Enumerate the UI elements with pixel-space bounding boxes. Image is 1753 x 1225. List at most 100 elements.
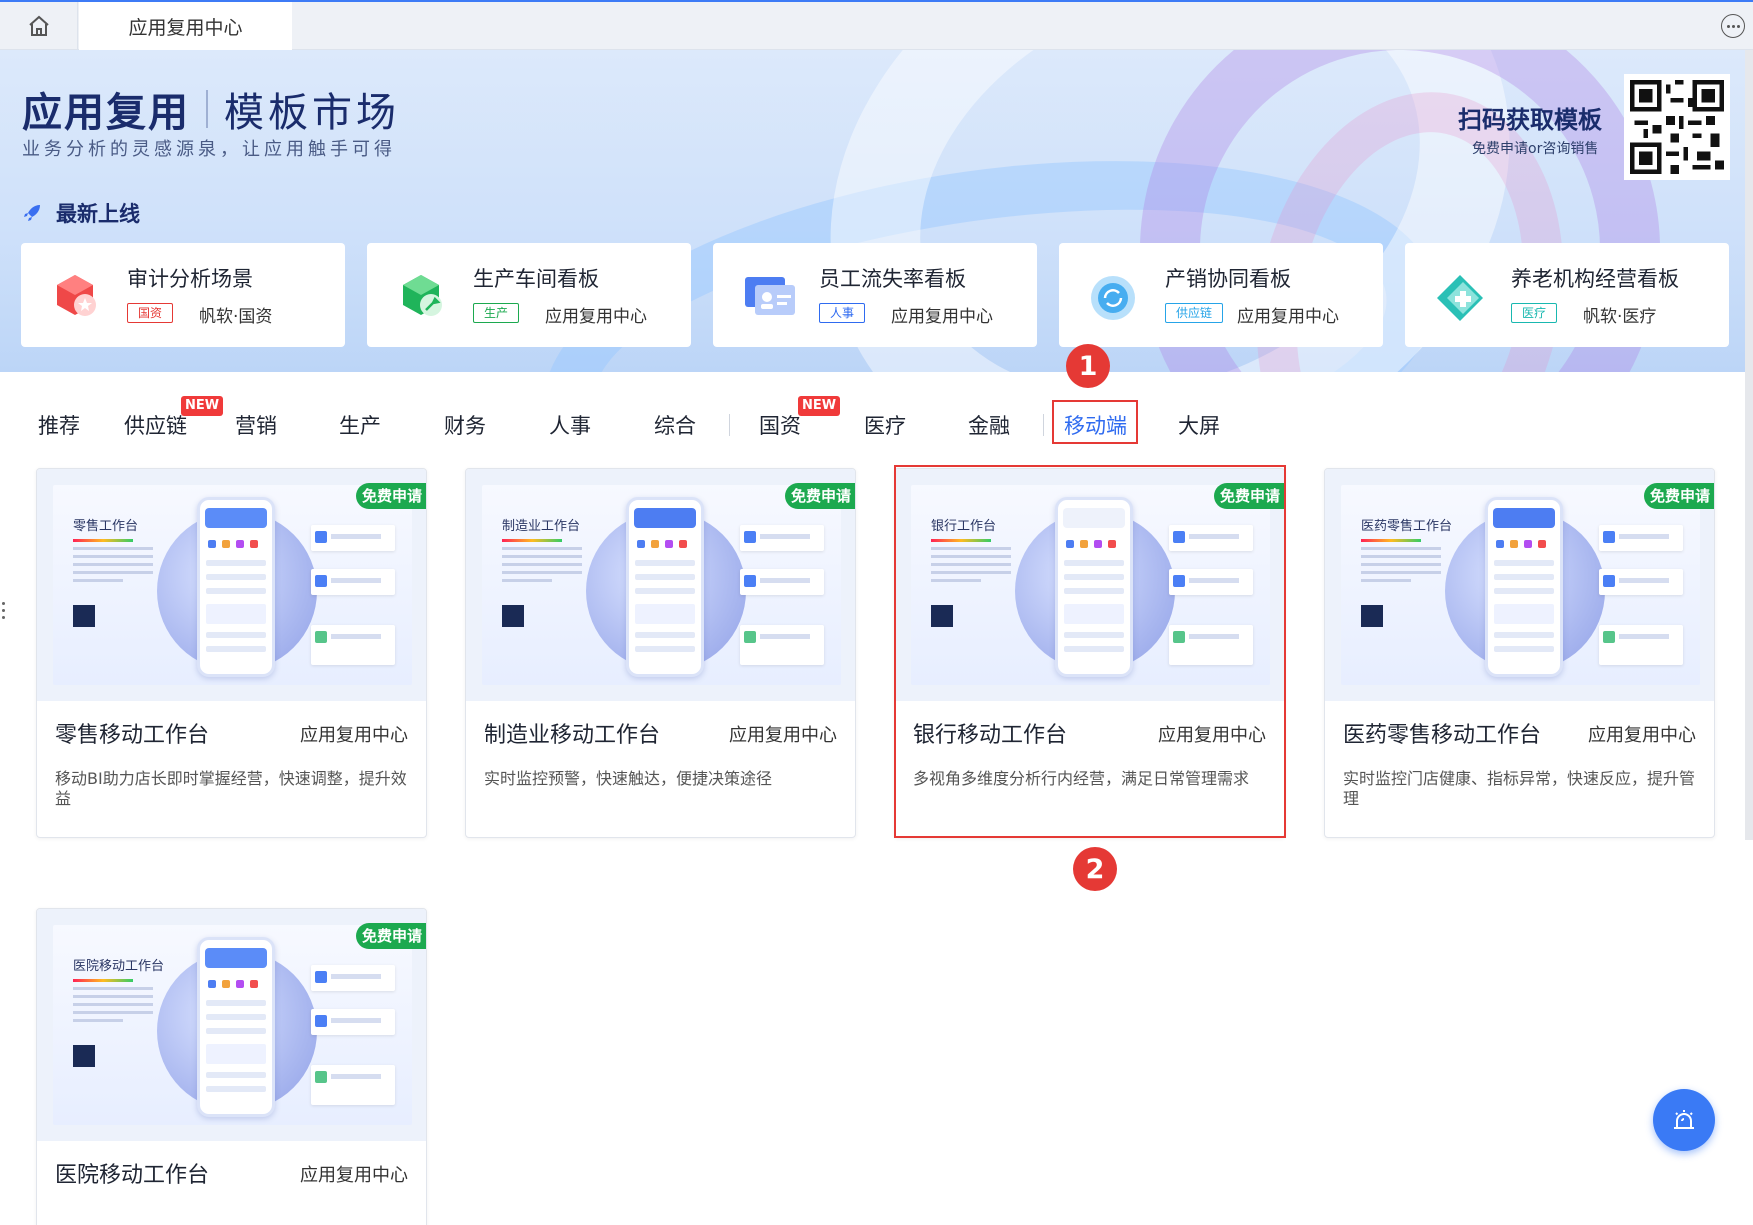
category-tag: 生产 <box>473 303 520 323</box>
template-thumbnail: 医药零售工作台 免费申请 <box>1325 469 1714 701</box>
feature-box <box>311 569 395 595</box>
latest-label: 最新上线 <box>56 202 140 226</box>
template-card[interactable]: 制造业工作台 免费申请 制造业移动工作台 应用复用中心 实时监控预警，快速触达，… <box>465 468 856 838</box>
latest-card[interactable]: 产销协同看板 供应链 应用复用中心 <box>1059 243 1383 347</box>
thumbnail-text-lines <box>73 539 153 587</box>
template-card[interactable]: 零售工作台 免费申请 零售移动工作台 应用复用中心 移动BI助力店长即时掌握经营… <box>36 468 427 838</box>
tab-finance[interactable]: 财务 <box>444 410 486 440</box>
latest-card[interactable]: 员工流失率看板 人事 应用复用中心 <box>713 243 1037 347</box>
thumbnail-preview: 医药零售工作台 <box>1341 485 1700 685</box>
template-card[interactable]: 医药零售工作台 免费申请 医药零售移动工作台 应用复用中心 实时监控门店健康、指… <box>1324 468 1715 838</box>
template-description: 实时监控预警，快速触达，便捷决策途径 <box>484 769 773 788</box>
more-options-icon[interactable] <box>1721 14 1745 38</box>
thumbnail-preview: 零售工作台 <box>53 485 412 685</box>
brand-slogan: 业务分析的灵感源泉，让应用触手可得 <box>22 139 396 160</box>
category-tag: 医疗 <box>1511 303 1558 323</box>
latest-card-source: 帆软·医疗 <box>1583 307 1657 327</box>
tab-recommend[interactable]: 推荐 <box>38 410 80 440</box>
latest-cards: 审计分析场景 国资 帆软·国资 生产车间看板 生产 应用复用中心 员工流失率看板… <box>21 243 1729 347</box>
tab-state-assets[interactable]: 国资 <box>759 410 801 440</box>
template-source: 应用复用中心 <box>729 725 837 746</box>
tab-app-reuse-center[interactable]: 应用复用中心 <box>79 2 292 50</box>
template-description: 实时监控门店健康、指标异常，快速反应，提升管理 <box>1343 769 1696 808</box>
free-apply-badge[interactable]: 免费申请 <box>355 483 426 509</box>
category-tabs: 推荐 供应链 NEW 营销 生产 财务 人事 综合 国资 NEW 医疗 金融 移… <box>0 396 1753 450</box>
latest-section-title: 最新上线 <box>22 198 140 228</box>
thumbnail-preview: 医院移动工作台 <box>53 925 412 1125</box>
tab-medical[interactable]: 医疗 <box>864 410 906 440</box>
medical-cross-icon <box>1437 275 1483 321</box>
hero-banner: 应用复用 模板市场 业务分析的灵感源泉，让应用触手可得 扫码获取模板 免费申请o… <box>0 50 1753 372</box>
free-apply-badge[interactable]: 免费申请 <box>784 483 855 509</box>
brand-title-main: 应用复用 <box>22 90 190 136</box>
template-source: 应用复用中心 <box>300 1165 408 1186</box>
thumbnail-text-lines <box>73 979 153 1027</box>
feature-box <box>1599 625 1683 665</box>
template-description: 移动BI助力店长即时掌握经营，快速调整，提升效益 <box>55 769 407 808</box>
category-tag: 国资 <box>127 303 174 323</box>
latest-card-title: 审计分析场景 <box>127 267 253 291</box>
brand-title-sub: 模板市场 <box>224 90 400 136</box>
latest-card[interactable]: 养老机构经营看板 医疗 帆软·医疗 <box>1405 243 1729 347</box>
sync-icon <box>1091 276 1135 320</box>
template-source: 应用复用中心 <box>1588 725 1696 746</box>
latest-card-source: 帆软·国资 <box>199 307 273 327</box>
feature-box <box>740 625 824 665</box>
template-name: 制造业移动工作台 <box>484 723 661 748</box>
latest-card[interactable]: 审计分析场景 国资 帆软·国资 <box>21 243 345 347</box>
tab-big-screen[interactable]: 大屏 <box>1178 410 1220 440</box>
tab-label: 应用复用中心 <box>128 16 243 39</box>
tab-supply-chain[interactable]: 供应链 <box>124 410 187 440</box>
category-tag: 供应链 <box>1165 303 1224 323</box>
annotation-marker-1: 1 <box>1066 344 1110 388</box>
latest-card[interactable]: 生产车间看板 生产 应用复用中心 <box>367 243 691 347</box>
feature-box <box>740 569 824 595</box>
template-card[interactable]: 医院移动工作台 免费申请 医院移动工作台 应用复用中心 <box>36 908 427 1225</box>
alarm-bell-button[interactable] <box>1653 1089 1715 1151</box>
feature-box <box>311 1009 395 1035</box>
free-apply-badge[interactable]: 免费申请 <box>1643 483 1714 509</box>
qr-title: 扫码获取模板 <box>1458 106 1602 134</box>
template-name: 医药零售移动工作台 <box>1343 723 1542 748</box>
tab-general[interactable]: 综合 <box>654 410 696 440</box>
id-card-icon <box>745 277 795 315</box>
selected-card-highlight <box>894 465 1286 838</box>
app-root: 应用复用中心 应用复用 模板市场 业务分析的灵感源泉，让应用触手可得 扫码获取模… <box>0 0 1753 1225</box>
alarm-icon <box>1674 1110 1694 1129</box>
feature-box <box>740 525 824 551</box>
qr-subtitle: 免费申请or咨询销售 <box>1472 141 1599 157</box>
new-badge: NEW <box>798 396 841 416</box>
top-tab-bar: 应用复用中心 <box>0 2 1753 50</box>
new-badge: NEW <box>181 396 224 416</box>
tab-finance-banking[interactable]: 金融 <box>968 410 1010 440</box>
drag-handle-icon[interactable] <box>2 602 5 619</box>
free-apply-badge[interactable]: 免费申请 <box>355 923 426 949</box>
template-name: 医院移动工作台 <box>55 1163 210 1188</box>
latest-card-title: 员工流失率看板 <box>819 267 966 291</box>
phone-mockup <box>1485 497 1563 677</box>
annotation-marker-2: 2 <box>1073 847 1117 891</box>
feature-box <box>311 1065 395 1105</box>
mini-qr-icon <box>73 1045 95 1067</box>
mini-qr-icon <box>73 605 95 627</box>
tab-production[interactable]: 生产 <box>339 410 381 440</box>
thumbnail-title: 医药零售工作台 <box>1361 519 1453 534</box>
phone-mockup <box>197 497 275 677</box>
home-button[interactable] <box>0 2 78 50</box>
rocket-icon <box>24 205 40 221</box>
tab-hr[interactable]: 人事 <box>549 410 591 440</box>
brand-title: 应用复用 模板市场 <box>22 80 400 138</box>
latest-card-source: 应用复用中心 <box>1237 307 1339 327</box>
thumbnail-title: 医院移动工作台 <box>73 959 165 974</box>
qr-code-icon <box>1624 74 1730 180</box>
brand-divider <box>206 90 208 128</box>
feature-box <box>311 625 395 665</box>
green-wrench-icon <box>403 275 442 316</box>
tab-marketing[interactable]: 营销 <box>235 410 277 440</box>
template-thumbnail: 零售工作台 免费申请 <box>37 469 426 701</box>
tab-mobile[interactable]: 移动端 <box>1064 410 1127 440</box>
feature-box <box>1599 525 1683 551</box>
category-tag: 人事 <box>819 303 866 323</box>
scrollbar[interactable] <box>1745 50 1753 840</box>
red-cube-icon <box>57 275 96 316</box>
